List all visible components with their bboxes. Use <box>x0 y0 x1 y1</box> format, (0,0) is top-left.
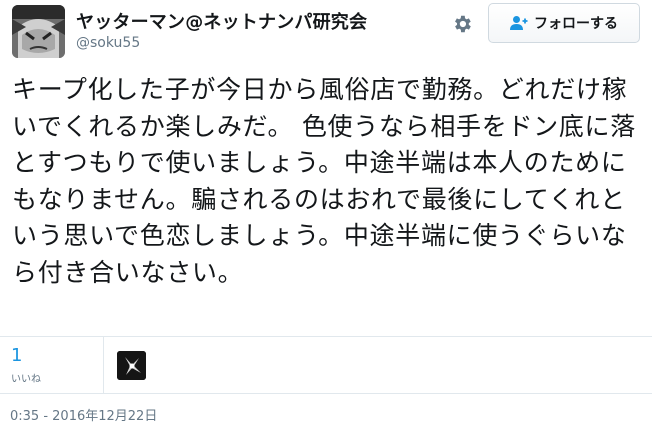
follow-button-label: フォローする <box>534 16 618 32</box>
likes-count[interactable]: 1 <box>11 345 22 366</box>
tweet-text: キープ化した子が今日から風俗店で勤務。どれだけ稼いでくれるか楽しみだ。 色使うな… <box>12 75 636 287</box>
tweet-timestamp[interactable]: 0:35 - 2016年12月22日 <box>10 405 157 424</box>
person-plus-icon <box>510 15 528 31</box>
screen-name[interactable]: @soku55 <box>76 35 140 51</box>
user-avatar[interactable] <box>12 5 65 58</box>
follow-button[interactable]: フォローする <box>488 3 640 43</box>
tweet-card: ヤッターマン@ネットナンパ研究会 @soku55 フォローする キープ化した子が… <box>0 0 652 432</box>
liker-avatar[interactable] <box>117 351 146 380</box>
gear-icon[interactable] <box>449 11 475 37</box>
likes-stat[interactable]: 1 いいね <box>0 337 104 393</box>
likes-label: いいね <box>11 374 41 385</box>
display-name[interactable]: ヤッターマン@ネットナンパ研究会 <box>76 8 367 34</box>
tweet-stats: 1 いいね <box>0 336 652 394</box>
